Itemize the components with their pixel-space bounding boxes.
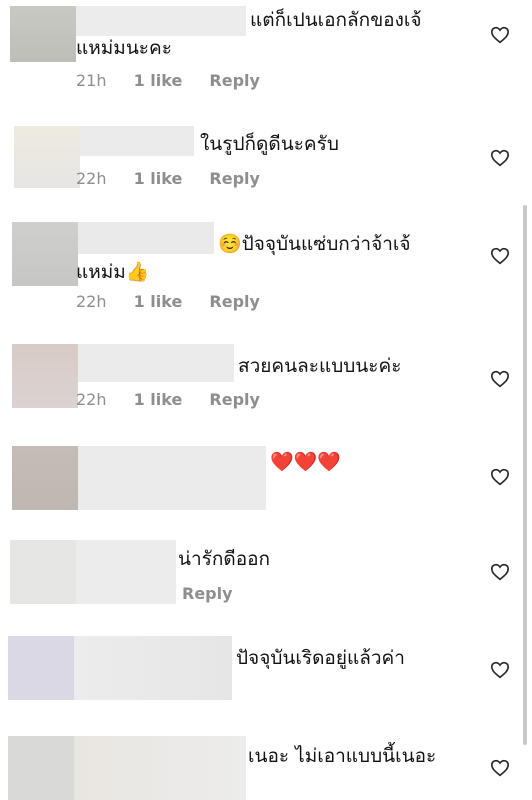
timestamp: 21h	[76, 71, 107, 90]
comment-text-line1: ❤️❤️❤️	[270, 451, 341, 473]
comment-meta: 22h 1 like Reply	[76, 169, 282, 188]
like-count[interactable]: 1 like	[134, 71, 183, 90]
heart-outline-icon[interactable]	[490, 247, 510, 265]
reply-button[interactable]: Reply	[209, 169, 260, 188]
timestamp: 22h	[76, 390, 107, 409]
username-blurred[interactable]	[78, 222, 214, 254]
like-count[interactable]: 1 like	[134, 169, 183, 188]
heart-outline-icon[interactable]	[490, 149, 510, 167]
reply-button[interactable]: Reply	[209, 292, 260, 311]
username-blurred[interactable]	[78, 446, 266, 510]
heart-outline-icon[interactable]	[490, 26, 510, 44]
comment-text-line1: น่ารักดีออก	[178, 548, 271, 570]
comment-meta: 21h 1 like Reply	[76, 71, 282, 90]
comment-meta: 22h 1 like Reply	[76, 292, 282, 311]
reply-button[interactable]: Reply	[182, 584, 233, 603]
comment-text-line1: สวยคนละแบบนะค่ะ	[238, 355, 402, 377]
username-blurred[interactable]	[80, 126, 194, 156]
like-count[interactable]: 1 like	[134, 292, 183, 311]
comment-text-line1: แต่ก็เปนเอกลักของเจ้	[250, 9, 422, 31]
comment-text-line1: ในรูปก็ดูดีนะครับ	[200, 133, 339, 155]
avatar[interactable]	[8, 636, 74, 700]
username-blurred[interactable]	[76, 540, 176, 604]
smiling-emoji: ☺️	[218, 233, 242, 255]
username-blurred[interactable]	[74, 636, 232, 700]
comment-text-line2: แหม่ม👍	[76, 261, 150, 283]
heart-outline-icon[interactable]	[490, 370, 510, 388]
thumbs-up-emoji: 👍	[125, 261, 150, 283]
scrollbar[interactable]	[523, 205, 527, 745]
comment-text-line2: แหม่มนะคะ	[76, 37, 172, 59]
reply-button[interactable]: Reply	[209, 71, 260, 90]
heart-outline-icon[interactable]	[490, 759, 510, 777]
avatar[interactable]	[10, 540, 76, 604]
username-blurred[interactable]	[76, 6, 246, 36]
comment-text-line1: ☺️ปัจจุบันแซ่บกว่าจ้าเจ้	[218, 233, 411, 255]
avatar[interactable]	[10, 6, 76, 62]
avatar[interactable]	[8, 736, 74, 800]
comment-meta: Reply	[182, 584, 255, 603]
reply-button[interactable]: Reply	[209, 390, 260, 409]
timestamp: 22h	[76, 169, 107, 188]
avatar[interactable]	[12, 222, 78, 286]
comment-text-line1: ปัจจุบันเริดอยู่แล้วค่า	[236, 647, 405, 669]
like-count[interactable]: 1 like	[134, 390, 183, 409]
heart-outline-icon[interactable]	[490, 661, 510, 679]
avatar[interactable]	[12, 446, 78, 510]
avatar[interactable]	[14, 126, 80, 188]
heart-outline-icon[interactable]	[490, 563, 510, 581]
username-blurred[interactable]	[78, 344, 234, 382]
timestamp: 22h	[76, 292, 107, 311]
username-blurred[interactable]	[74, 736, 246, 800]
avatar[interactable]	[12, 344, 78, 408]
heart-outline-icon[interactable]	[490, 468, 510, 486]
comment-meta: 22h 1 like Reply	[76, 390, 282, 409]
comment-text-line1: เนอะ ไม่เอาแบบนี้เนอะ	[248, 745, 437, 767]
